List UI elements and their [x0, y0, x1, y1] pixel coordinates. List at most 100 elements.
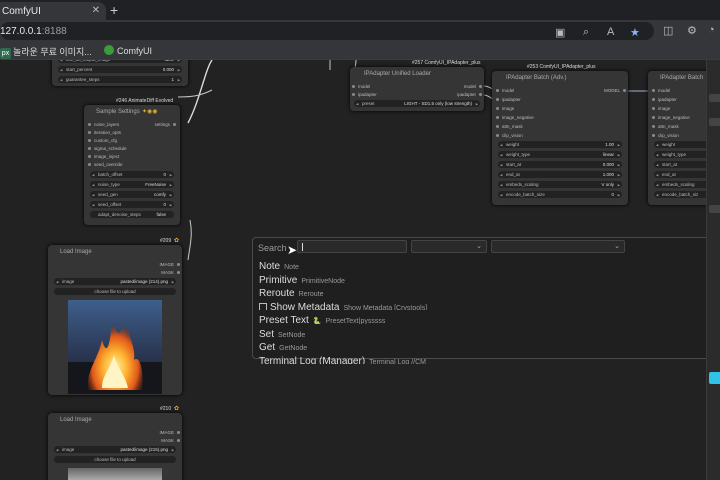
- search-result[interactable]: Reroute Reroute: [259, 283, 719, 297]
- search-result[interactable]: Terminal Log (Manager) Terminal Log //CM: [259, 351, 719, 365]
- output-settings[interactable]: settings: [154, 122, 176, 127]
- input-port[interactable]: attn_mask: [496, 124, 523, 129]
- search-result[interactable]: Preset Text 🐍 PresetText|pysssss: [259, 310, 719, 324]
- output-model[interactable]: model: [464, 84, 483, 89]
- widget-start-percent[interactable]: start_percent 0.000: [58, 66, 182, 73]
- widget-seed-offset[interactable]: seed_offset 0: [90, 201, 174, 208]
- extensions-icon[interactable]: ⚙: [687, 24, 697, 37]
- node-title: Sample Settings: [96, 109, 140, 115]
- bookmark-star-icon[interactable]: ★: [630, 26, 640, 39]
- comfyui-icon: [104, 45, 114, 55]
- node-sample-settings[interactable]: Sample Settings ✦◉◉ settings noise_layer…: [84, 105, 180, 225]
- widget-embeds-scaling[interactable]: embeds_scaling: [654, 181, 714, 188]
- input-port[interactable]: image: [651, 106, 670, 111]
- side-panel-icon[interactable]: ◫: [663, 24, 673, 37]
- node-search-dialog[interactable]: Search ➤ ⌄ ⌄ Note Note Primitive Primitive…: [252, 237, 720, 364]
- input-port[interactable]: ipadapter: [652, 97, 677, 102]
- input-port[interactable]: iteration_opts: [87, 130, 121, 135]
- install-app-icon[interactable]: ▣: [555, 26, 565, 39]
- output-mask[interactable]: MASK: [161, 438, 180, 443]
- bookmark-item[interactable]: px 놀라운 무료 이미지...: [0, 45, 92, 59]
- output-type-filter[interactable]: ⌄: [491, 240, 625, 253]
- input-port[interactable]: custom_cfg: [87, 138, 117, 143]
- node-load-image-209[interactable]: Load Image IMAGE MASK imagepasted/image …: [48, 245, 182, 395]
- widget-weight-type[interactable]: weight_typelinear: [498, 151, 622, 158]
- widget-start-at[interactable]: start_at0.000: [498, 161, 622, 168]
- node-title: Load Image: [60, 249, 92, 255]
- node-ipadapter-batch[interactable]: IPAdapter Batch (Adv.) MODEL model ipada…: [492, 71, 628, 205]
- omnibox[interactable]: 127.0.0.1:8188 ▣ ⌕ A ★: [0, 22, 654, 40]
- widget-image-select[interactable]: imagepasted/image (214).png: [54, 278, 176, 285]
- input-port[interactable]: sigma_schedule: [88, 146, 127, 151]
- upload-button[interactable]: choose file to upload: [54, 456, 176, 463]
- input-type-filter[interactable]: ⌄: [411, 240, 487, 253]
- output-mask[interactable]: MASK: [161, 270, 180, 275]
- panel-button[interactable]: [709, 94, 720, 102]
- search-result[interactable]: Set SetNode: [259, 324, 719, 338]
- widget-encode-batch-size[interactable]: encode_batch_siz: [654, 191, 714, 198]
- input-port[interactable]: model: [651, 88, 670, 93]
- widget-end-at[interactable]: end_at1.000: [498, 171, 622, 178]
- widget-weight[interactable]: weight: [654, 141, 714, 148]
- widget-end-at[interactable]: end_at: [654, 171, 714, 178]
- translate-icon[interactable]: A: [607, 26, 614, 38]
- tab-title: ComfyUI: [2, 6, 41, 17]
- node-ipadapter-batch-2[interactable]: IPAdapter Batch model ipadapter image im…: [648, 71, 714, 205]
- search-input[interactable]: [297, 240, 407, 253]
- panel-button[interactable]: [709, 205, 720, 213]
- new-tab-button[interactable]: +: [110, 2, 118, 18]
- input-port[interactable]: noise_layers: [87, 122, 119, 127]
- search-result[interactable]: Note Note: [259, 256, 719, 270]
- input-ipadapter[interactable]: ipadapter: [352, 92, 377, 97]
- bookmark-comfyui[interactable]: ComfyUI: [104, 45, 152, 56]
- input-port[interactable]: clip_vision: [652, 133, 679, 138]
- input-port[interactable]: image_negative: [652, 115, 690, 120]
- search-result[interactable]: Primitive PrimitiveNode: [259, 270, 719, 284]
- widget-embeds-scaling[interactable]: embeds_scalingV only: [498, 181, 622, 188]
- widget-noise-type[interactable]: noise_type FreeNoise: [90, 181, 174, 188]
- input-port[interactable]: image: [495, 106, 514, 111]
- input-port[interactable]: clip_vision: [496, 133, 523, 138]
- queue-side-panel[interactable]: [706, 60, 720, 480]
- profile-icon[interactable]: ◔: [708, 24, 715, 36]
- input-port[interactable]: image_negative: [496, 115, 534, 120]
- widget-weight-type[interactable]: weight_type: [654, 151, 714, 158]
- node-load-image-210[interactable]: Load Image IMAGE MASK imagepasted/image …: [48, 413, 182, 480]
- panel-button[interactable]: [709, 118, 720, 126]
- node-top-partial[interactable]: use_as_output_image false start_percent …: [52, 60, 188, 86]
- widget-batch-offset[interactable]: batch_offset 0: [90, 171, 174, 178]
- widget-use-as-output[interactable]: use_as_output_image false: [58, 60, 182, 63]
- search-results-list: Note Note Primitive PrimitiveNode Reroute R…: [259, 256, 719, 364]
- widget-guarantee-steps[interactable]: guarantee_steps 1: [58, 76, 182, 83]
- upload-button[interactable]: choose file to upload: [54, 288, 176, 295]
- search-result[interactable]: Show Metadata Show Metadata [Crystools]: [259, 297, 719, 310]
- input-port[interactable]: image_inject: [87, 154, 119, 159]
- widget-encode-batch-size[interactable]: encode_batch_size0: [498, 191, 622, 198]
- widget-adapt-denoise[interactable]: adapt_denoise_steps false: [90, 211, 174, 218]
- queue-prompt-button[interactable]: [709, 372, 720, 384]
- widget-preset[interactable]: preset LIGHT - SD1.5 only (low strength): [354, 100, 480, 107]
- bookmark-label: ComfyUI: [117, 46, 153, 56]
- search-result[interactable]: Get GetNode: [259, 337, 719, 351]
- node-ipadapter-loader[interactable]: IPAdapter Unified Loader model ipadapter…: [350, 67, 484, 111]
- input-port[interactable]: model: [495, 88, 514, 93]
- node-id-209: #209: [160, 238, 172, 244]
- input-port[interactable]: attn_mask: [652, 124, 679, 129]
- output-image[interactable]: IMAGE: [159, 262, 180, 267]
- input-model[interactable]: model: [351, 84, 370, 89]
- node-canvas[interactable]: use_as_output_image false start_percent …: [0, 60, 720, 480]
- widget-seed-gen[interactable]: seed_gen comfy: [90, 191, 174, 198]
- browser-tab[interactable]: ComfyUI ✕: [0, 2, 106, 20]
- python-icon: 🐍: [312, 318, 322, 324]
- input-port[interactable]: seed_override: [88, 162, 123, 167]
- output-image[interactable]: IMAGE: [159, 430, 180, 435]
- widget-start-at[interactable]: start_at: [654, 161, 714, 168]
- close-tab-icon[interactable]: ✕: [92, 5, 100, 16]
- widget-image-select[interactable]: imagepasted/image (215).png: [54, 446, 176, 453]
- chevron-down-icon: ⌄: [614, 243, 620, 250]
- zoom-icon[interactable]: ⌕: [583, 26, 589, 39]
- output-model[interactable]: MODEL: [604, 88, 627, 93]
- output-ipadapter[interactable]: ipadapter: [457, 92, 482, 97]
- widget-weight[interactable]: weight1.00: [498, 141, 622, 148]
- input-port[interactable]: ipadapter: [496, 97, 521, 102]
